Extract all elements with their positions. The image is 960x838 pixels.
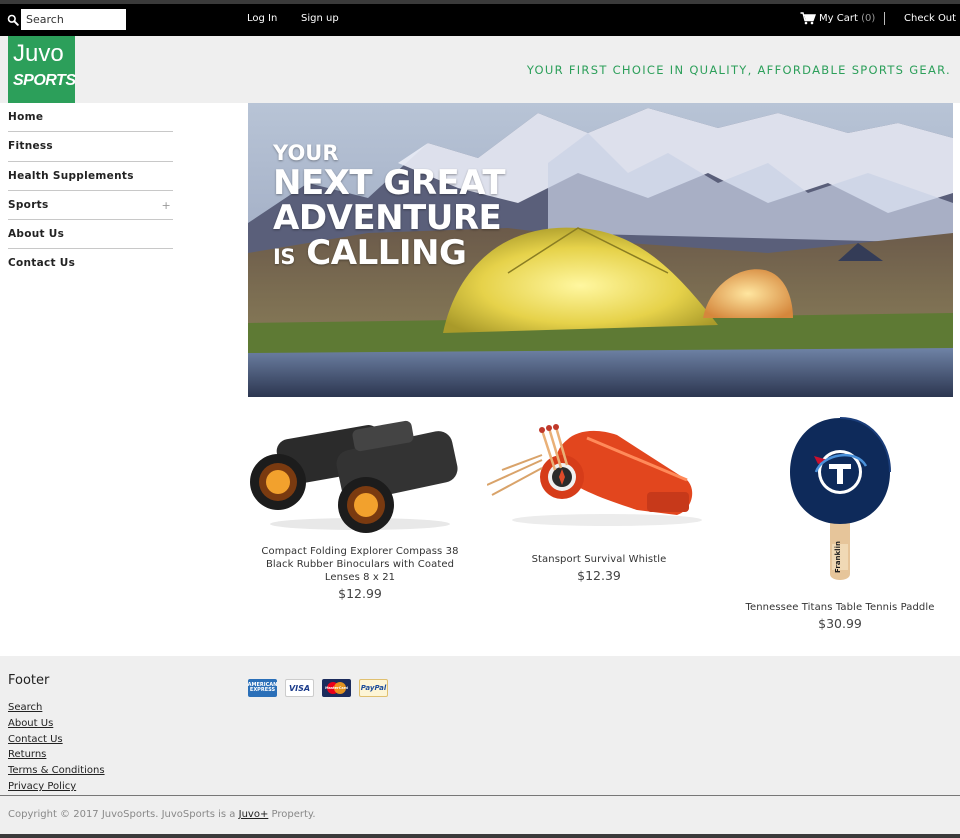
visa-label: VISA — [288, 683, 311, 693]
footer-link-returns[interactable]: Returns — [8, 749, 105, 765]
sidebar-nav: Home Fitness Health Supplements Sports + … — [8, 103, 173, 279]
product-price: $30.99 — [818, 616, 862, 631]
sidebar-item-label: Health Supplements — [8, 169, 134, 182]
cart-icon[interactable] — [800, 12, 816, 25]
hero-line-3: ADVENTURE — [273, 198, 502, 238]
mastercard-label: MasterCard — [325, 686, 348, 690]
amex-icon: AMERICAN EXPRESS — [248, 679, 277, 697]
cart-count: (0) — [861, 13, 876, 24]
logo-top-text: Juvo — [13, 40, 64, 67]
product-price: $12.99 — [338, 586, 382, 601]
sidebar-item-label: Contact Us — [8, 257, 76, 270]
footer-link-contact-us[interactable]: Contact Us — [8, 734, 105, 750]
hero-line-1: YOUR — [273, 141, 339, 165]
sidebar-item-contact-us[interactable]: Contact Us — [8, 249, 173, 278]
sidebar-item-health-supplements[interactable]: Health Supplements — [8, 162, 173, 191]
search-form — [6, 9, 126, 30]
hero-line-4: IS CALLING — [273, 236, 505, 270]
sidebar-item-label: Fitness — [8, 140, 53, 153]
product-card[interactable]: Franklin Tennessee Titans Table Tennis P… — [728, 414, 952, 631]
bottom-bar — [0, 834, 960, 838]
binoculars-icon — [250, 420, 458, 533]
copyright: Copyright © 2017 JuvoSports. JuvoSports … — [8, 809, 316, 820]
sidebar-item-label: Sports — [8, 198, 49, 211]
footer-links: Search About Us Contact Us Returns Terms… — [8, 702, 105, 797]
paddle-icon: Franklin — [790, 417, 891, 580]
product-name[interactable]: Tennessee Titans Table Tennis Paddle — [728, 601, 952, 614]
tagline: YOUR FIRST CHOICE IN QUALITY, AFFORDABLE… — [526, 63, 951, 77]
sidebar-item-label: Home — [8, 111, 44, 123]
product-card[interactable]: Compact Folding Explorer Compass 38 Blac… — [248, 410, 472, 601]
sidebar-item-sports[interactable]: Sports + — [8, 191, 173, 221]
product-card[interactable]: Stansport Survival Whistle $12.39 — [486, 420, 711, 583]
site-header: Juvo SPORTS YOUR FIRST CHOICE IN QUALITY… — [0, 36, 960, 103]
expand-icon[interactable]: + — [161, 199, 171, 212]
topbar-divider — [884, 12, 885, 25]
footer-divider — [0, 795, 960, 796]
logo-bottom-text: SPORTS — [13, 72, 76, 89]
footer-link-terms[interactable]: Terms & Conditions — [8, 765, 105, 781]
sidebar-item-fitness[interactable]: Fitness — [8, 132, 173, 162]
paypal-icon: PayPal — [359, 679, 388, 697]
top-bar: Log In Sign up My Cart (0) Check Out — [0, 0, 960, 36]
payment-methods: AMERICAN EXPRESS VISA MasterCard PayPal — [248, 679, 388, 697]
sidebar-item-home[interactable]: Home — [8, 103, 173, 133]
footer-title: Footer — [8, 673, 50, 688]
search-icon[interactable] — [6, 13, 20, 27]
visa-icon: VISA — [285, 679, 314, 697]
cart-label: My Cart — [819, 13, 858, 24]
login-link[interactable]: Log In — [247, 13, 277, 24]
search-input[interactable] — [21, 9, 126, 30]
hero-line-2: NEXT GREAT — [273, 163, 506, 203]
copyright-suffix: Property. — [271, 809, 316, 820]
hero-headline: YOUR NEXT GREAT ADVENTURE IS CALLING — [273, 141, 506, 271]
checkout-link[interactable]: Check Out — [904, 13, 956, 24]
copyright-prefix: Copyright © 2017 JuvoSports. JuvoSports … — [8, 809, 236, 820]
product-price: $12.39 — [577, 568, 621, 583]
footer-link-about-us[interactable]: About Us — [8, 718, 105, 734]
sidebar-item-label: About Us — [8, 228, 65, 241]
signup-link[interactable]: Sign up — [301, 13, 339, 24]
sidebar-item-about-us[interactable]: About Us — [8, 220, 173, 250]
whistle-icon — [486, 424, 702, 526]
amex-label: AMERICAN EXPRESS — [247, 682, 278, 693]
mastercard-icon: MasterCard — [322, 679, 351, 697]
hero-line-4-big: CALLING — [306, 233, 467, 273]
svg-text:Franklin: Franklin — [834, 541, 842, 573]
site-footer: Footer Search About Us Contact Us Return… — [0, 656, 960, 838]
my-cart-link[interactable]: My Cart (0) — [819, 13, 875, 24]
paypal-label: PayPal — [360, 684, 387, 692]
product-name[interactable]: Compact Folding Explorer Compass 38 Blac… — [248, 545, 472, 584]
hero-line-4-small: IS — [273, 245, 295, 269]
site-logo[interactable]: Juvo SPORTS — [8, 36, 76, 103]
footer-link-search[interactable]: Search — [8, 702, 105, 718]
juvo-plus-link[interactable]: Juvo+ — [239, 809, 269, 820]
hero-banner[interactable]: YOUR NEXT GREAT ADVENTURE IS CALLING — [248, 103, 953, 397]
product-name[interactable]: Stansport Survival Whistle — [487, 553, 711, 566]
